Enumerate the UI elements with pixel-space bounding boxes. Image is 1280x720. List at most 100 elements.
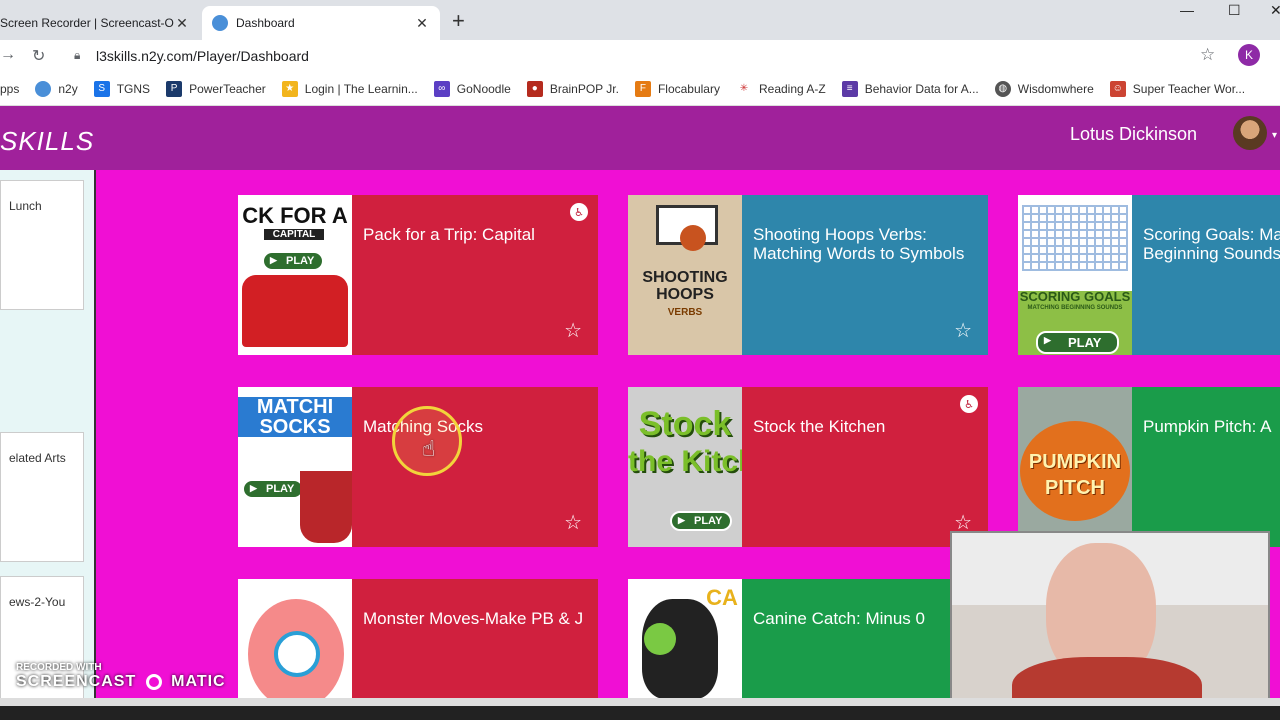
bookmark-label: GoNoodle	[456, 81, 511, 96]
bookmark-label: n2y	[58, 81, 78, 96]
basketball-image	[680, 225, 706, 251]
sidebar-card-lunch[interactable]: Lunch	[0, 180, 84, 310]
n2y-favicon-icon	[212, 15, 228, 31]
bookmark-login[interactable]: ★ Login | The Learnin...	[281, 80, 418, 97]
brand-logo[interactable]: SKILLS	[0, 126, 94, 157]
bookmark-label: Reading A-Z	[758, 81, 826, 96]
thumb-subtitle: PITCH	[1045, 477, 1105, 499]
play-button[interactable]: PLAY	[242, 479, 305, 499]
thumb-title: MATCHI	[238, 397, 352, 417]
raz-icon: ✳	[735, 80, 752, 97]
f-icon: F	[634, 80, 651, 97]
bookmark-gonoodle[interactable]: ∞ GoNoodle	[433, 80, 511, 97]
tab-dashboard[interactable]: Dashboard ✕	[202, 6, 440, 40]
sidebar-card-related-arts[interactable]: elated Arts	[0, 432, 84, 562]
favorite-star-icon[interactable]: ☆	[564, 510, 582, 535]
play-button[interactable]: PLAY	[670, 511, 733, 531]
tab-screencast[interactable]: Screen Recorder | Screencast-O-M ✕	[0, 6, 200, 40]
activity-tile-shooting-hoops[interactable]: SHOOTING HOOPS VERBS Shooting Hoops Verb…	[628, 195, 988, 355]
accessibility-icon: ♿︎	[960, 395, 978, 413]
sidebar-card-label: ews-2-You	[9, 595, 66, 609]
tile-thumbnail: PUMPKIN PITCH	[1018, 387, 1132, 547]
s-icon: S	[93, 80, 110, 97]
bookmark-label: Login | The Learnin...	[304, 81, 418, 96]
thumb-subtitle: SOCKS	[238, 417, 352, 437]
bookmark-label: PowerTeacher	[189, 81, 266, 96]
tile-thumbnail: CA	[628, 579, 742, 698]
bookmark-label: Super Teacher Wor...	[1132, 81, 1246, 96]
bookmark-label: Wisdomwhere	[1017, 81, 1094, 96]
address-bar[interactable]: l3skills.n2y.com/Player/Dashboard	[96, 48, 309, 64]
bookmark-behavior[interactable]: ≡ Behavior Data for A...	[841, 80, 979, 97]
chevron-down-icon[interactable]: ▾	[1272, 130, 1277, 141]
thumb-title: CA	[706, 585, 738, 610]
globe-icon: ◍	[994, 80, 1011, 97]
close-window-icon[interactable]: ✕	[1270, 2, 1280, 19]
bookmark-label: BrainPOP Jr.	[549, 81, 619, 96]
activity-tile-canine-catch[interactable]: CA Canine Catch: Minus 0	[628, 579, 988, 698]
user-name[interactable]: Lotus Dickinson	[1070, 124, 1197, 145]
activity-tile-monster-moves[interactable]: Monster Moves-Make PB & J	[238, 579, 598, 698]
bookmark-flocabulary[interactable]: F Flocabulary	[634, 80, 720, 97]
thumb-title: SHOOTING HOOPS	[642, 269, 728, 303]
minimize-icon[interactable]: —	[1180, 2, 1194, 18]
monster-eye-image	[274, 631, 320, 677]
bookmark-label: Behavior Data for A...	[864, 81, 979, 96]
close-icon[interactable]: ✕	[174, 15, 190, 32]
ball-image	[644, 623, 676, 655]
tile-title: Stock the Kitchen	[753, 417, 886, 436]
activity-tile-scoring-goals[interactable]: SCORING GOALS MATCHING BEGINNING SOUNDS …	[1018, 195, 1280, 355]
bookmark-super-teacher[interactable]: ☺ Super Teacher Wor...	[1109, 80, 1246, 97]
hand-cursor-icon: ☝︎	[422, 436, 436, 461]
activity-tile-stock-the-kitchen[interactable]: Stock the Kitch PLAY Stock the Kitchen ♿…	[628, 387, 988, 547]
play-button[interactable]: PLAY	[262, 251, 325, 271]
thumb-subtitle: CAPITAL	[264, 229, 324, 240]
horizontal-scrollbar[interactable]	[0, 698, 1280, 706]
forward-icon[interactable]: →	[0, 46, 16, 64]
bookmark-wisdomwhere[interactable]: ◍ Wisdomwhere	[994, 80, 1094, 97]
bookmark-label: pps	[0, 81, 20, 96]
bookmark-powerteacher[interactable]: P PowerTeacher	[166, 80, 266, 97]
bookmark-brainpop[interactable]: ● BrainPOP Jr.	[526, 80, 619, 97]
activity-tile-pack-for-a-trip[interactable]: CK FOR A CAPITAL PLAY Pack for a Trip: C…	[238, 195, 598, 355]
p-icon: P	[166, 80, 183, 97]
webcam-overlay	[950, 531, 1270, 711]
tile-thumbnail: Stock the Kitch PLAY	[628, 387, 742, 547]
sidebar: Lunch elated Arts ews-2-You	[0, 170, 96, 698]
watermark-line2: SCREENCAST	[16, 673, 137, 690]
maximize-icon[interactable]: ☐	[1228, 2, 1241, 19]
lock-icon[interactable]: 🔒︎	[74, 48, 80, 63]
basket-image	[300, 471, 352, 543]
thumb-title: SCORING GOALS	[1019, 289, 1131, 304]
stw-icon: ☺	[1109, 80, 1126, 97]
bottom-edge	[0, 706, 1280, 720]
bookmark-reading-az[interactable]: ✳ Reading A-Z	[735, 80, 826, 97]
tile-thumbnail: MATCHI SOCKS PLAY	[238, 387, 352, 547]
reload-icon[interactable]: ↻	[32, 46, 45, 66]
bookmark-n2y[interactable]: n2y	[35, 80, 78, 97]
tile-thumbnail: SCORING GOALS MATCHING BEGINNING SOUNDS …	[1018, 195, 1132, 355]
star-person-icon: ★	[281, 80, 298, 97]
new-tab-icon[interactable]: +	[452, 8, 465, 34]
thumb-title: CK FOR A	[242, 203, 348, 228]
screencast-logo-icon	[145, 673, 162, 690]
favorite-star-icon[interactable]: ☆	[564, 318, 582, 343]
thumb-subtitle: MATCHING BEGINNING SOUNDS	[1027, 305, 1123, 311]
activity-tile-pumpkin-pitch[interactable]: PUMPKIN PITCH Pumpkin Pitch: A	[1018, 387, 1280, 547]
bookmark-apps[interactable]: pps	[0, 82, 19, 96]
tile-thumbnail: CK FOR A CAPITAL PLAY	[238, 195, 352, 355]
bookmark-tgns[interactable]: S TGNS	[93, 80, 150, 97]
n2y-icon	[35, 80, 52, 97]
watermark-line3: MATIC	[171, 673, 226, 690]
thumb-subtitle: the Kitch	[628, 445, 742, 478]
bookmark-star-icon[interactable]: ☆	[1200, 45, 1215, 65]
app-header: SKILLS Lotus Dickinson ▾	[0, 106, 1280, 170]
close-icon[interactable]: ✕	[414, 15, 430, 32]
profile-avatar[interactable]: K	[1238, 44, 1260, 66]
favorite-star-icon[interactable]: ☆	[954, 318, 972, 343]
browser-tab-strip: Screen Recorder | Screencast-O-M ✕ Dashb…	[0, 0, 1280, 40]
thumb-title: PUMPKIN	[1028, 451, 1122, 473]
sidebar-card-label: Lunch	[9, 199, 42, 213]
play-button[interactable]: PLAY	[1036, 331, 1120, 354]
user-avatar[interactable]	[1233, 116, 1267, 150]
